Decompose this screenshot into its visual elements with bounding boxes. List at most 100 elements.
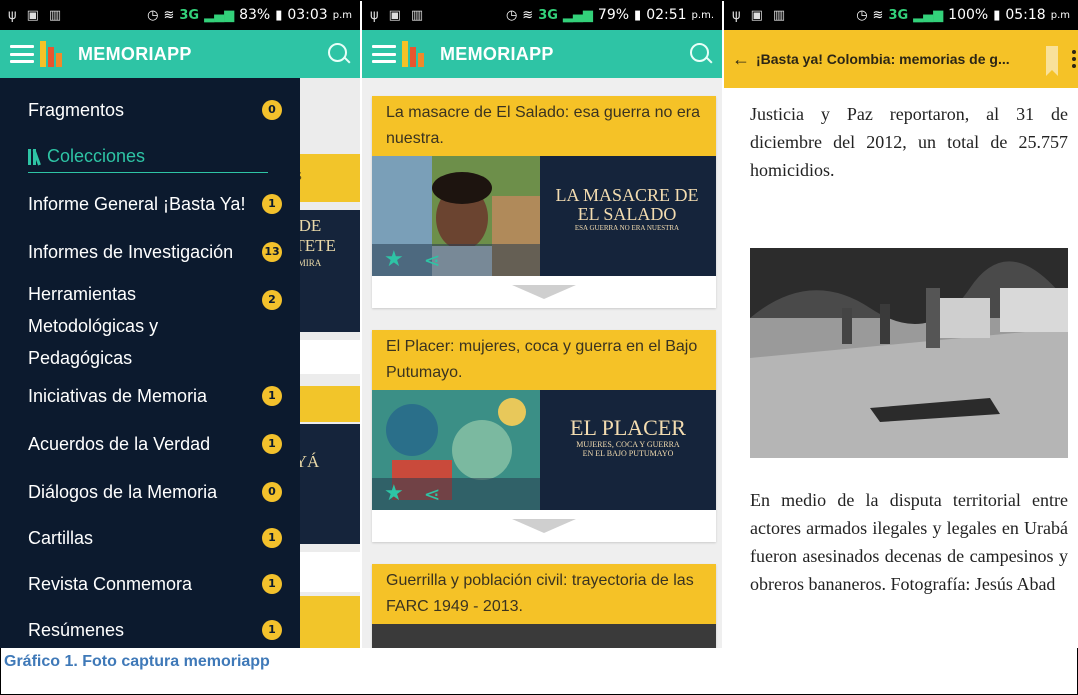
- publication-card[interactable]: Guerrilla y población civil: trayectoria…: [372, 564, 716, 648]
- network-type: 3G: [538, 7, 558, 23]
- drawer-item-acuerdos[interactable]: Acuerdos de la Verdad: [0, 428, 300, 460]
- reader-toolbar: ← ¡Basta ya! Colombia: memorias de g...: [724, 30, 1078, 88]
- share-icon[interactable]: ⋖: [424, 250, 441, 270]
- expand-arrow[interactable]: [372, 276, 716, 308]
- bars-icon: ▥: [772, 7, 786, 23]
- clock: 05:18: [1005, 7, 1046, 23]
- image-icon: ▣: [26, 7, 39, 23]
- menu-icon[interactable]: [372, 45, 396, 63]
- photo-caption-paragraph: En medio de la disputa territorial entre…: [750, 490, 1068, 594]
- clock-ampm: p.m: [332, 9, 352, 21]
- wifi-icon: ≋: [163, 7, 175, 23]
- section-divider: [28, 172, 268, 173]
- count-badge: 0: [262, 482, 282, 502]
- alarm-icon: ◷: [856, 7, 868, 23]
- section-colecciones: Colecciones: [28, 146, 145, 167]
- battery-level: 100%: [948, 7, 989, 23]
- status-bar: ψ ▣ ▥ ◷ ≋ 3G ▂▄▆ 79% ▮ 02:51 p.m.: [362, 0, 722, 30]
- app-bar: MEMORIAPP: [362, 30, 722, 78]
- card-actions: ★ ⋖: [372, 478, 540, 510]
- drawer-item-herramientas[interactable]: Herramientas Metodológicas y Pedagógicas: [0, 278, 240, 374]
- battery-icon: ▮: [634, 7, 642, 23]
- navigation-drawer: Fragmentos 0 Colecciones Informe General…: [0, 78, 300, 648]
- bars-icon: ▥: [48, 7, 62, 23]
- document-title: ¡Basta ya! Colombia: memorias de g...: [756, 51, 1010, 67]
- publication-card[interactable]: La masacre de El Salado: esa guerra no e…: [372, 96, 716, 308]
- app-title: MEMORIAPP: [440, 43, 554, 64]
- card-actions: ★ ⋖: [372, 244, 540, 276]
- back-arrow-icon[interactable]: ←: [732, 49, 750, 70]
- memoriapp-logo: [402, 41, 430, 67]
- chevron-down-icon: [512, 285, 576, 299]
- image-icon: ▣: [388, 7, 401, 23]
- body-paragraph: Justicia y Paz reportaron, al 31 de dici…: [750, 104, 1068, 180]
- drawer-item-fragmentos[interactable]: Fragmentos: [0, 94, 300, 126]
- bookmark-icon[interactable]: [1046, 46, 1058, 76]
- alarm-icon: ◷: [147, 7, 159, 23]
- memoriapp-logo: [40, 41, 68, 67]
- drawer-item-resumenes[interactable]: Resúmenes: [0, 614, 300, 646]
- screenshot-drawer: ψ ▣ ▥ ◷ ≋ 3G ▂▄▆ 83% ▮ 03:03 p.m MEMORIAPP…: [0, 0, 360, 648]
- drawer-item-dialogos[interactable]: Diálogos de la Memoria: [0, 476, 300, 508]
- favorite-star-icon[interactable]: ★: [384, 483, 404, 505]
- favorite-star-icon[interactable]: ★: [384, 249, 404, 271]
- publication-card[interactable]: El Placer: mujeres, coca y guerra en el …: [372, 330, 716, 542]
- count-badge: 13: [262, 242, 282, 262]
- drawer-item-revista[interactable]: Revista Conmemora: [0, 568, 300, 600]
- status-bar: ψ ▣ ▥ ◷ ≋ 3G ▂▄▆ 83% ▮ 03:03 p.m: [0, 0, 360, 30]
- wifi-icon: ≋: [522, 7, 534, 23]
- count-badge: 0: [262, 100, 282, 120]
- count-badge: 1: [262, 434, 282, 454]
- card-title: La masacre de El Salado: esa guerra no e…: [372, 96, 716, 156]
- documentary-photo: [750, 248, 1068, 458]
- signal-icon: ▂▄▆: [562, 7, 593, 23]
- screenshot-reader: ψ ▣ ▥ ◷ ≋ 3G ▂▄▆ 100% ▮ 05:18 p.m ← ¡Basta…: [724, 0, 1078, 648]
- usb-icon: ψ: [370, 7, 379, 23]
- signal-icon: ▂▄▆: [913, 7, 944, 23]
- drawer-item-cartillas[interactable]: Cartillas: [0, 522, 300, 554]
- battery-icon: ▮: [275, 7, 283, 23]
- card-title: El Placer: mujeres, coca y guerra en el …: [372, 330, 716, 390]
- cover-image: EL PLACER MUJERES, COCA Y GUERRA EN EL B…: [372, 390, 716, 510]
- network-type: 3G: [179, 7, 200, 23]
- expand-arrow[interactable]: [372, 510, 716, 542]
- cover-title: EL PLACER MUJERES, COCA Y GUERRA EN EL B…: [570, 415, 686, 459]
- clock: 02:51: [646, 7, 687, 23]
- cover-image: [372, 624, 716, 648]
- bars-icon: ▥: [410, 7, 424, 23]
- screenshot-list: ψ ▣ ▥ ◷ ≋ 3G ▂▄▆ 79% ▮ 02:51 p.m. MEMORIAP…: [362, 0, 722, 648]
- app-bar: MEMORIAPP: [0, 30, 360, 78]
- battery-icon: ▮: [993, 7, 1001, 23]
- status-bar: ψ ▣ ▥ ◷ ≋ 3G ▂▄▆ 100% ▮ 05:18 p.m: [724, 0, 1078, 30]
- alarm-icon: ◷: [505, 7, 518, 23]
- usb-icon: ψ: [8, 7, 17, 23]
- more-vert-icon[interactable]: [1072, 50, 1076, 71]
- battery-level: 79%: [597, 7, 630, 23]
- clock-ampm: p.m.: [691, 9, 714, 21]
- card-title: Guerrilla y población civil: trayectoria…: [372, 564, 716, 624]
- count-badge: 2: [262, 290, 282, 310]
- menu-icon[interactable]: [10, 45, 34, 63]
- library-icon: [28, 148, 41, 166]
- chevron-down-icon: [512, 519, 576, 533]
- figure-caption: Gráfico 1. Foto captura memoriapp: [4, 653, 270, 670]
- signal-icon: ▂▄▆: [204, 7, 235, 23]
- drawer-item-iniciativas[interactable]: Iniciativas de Memoria: [0, 380, 300, 412]
- search-icon[interactable]: [690, 43, 713, 65]
- wifi-icon: ≋: [872, 7, 884, 23]
- count-badge: 1: [262, 386, 282, 406]
- cover-title: LA MASACRE DE EL SALADO ESA GUERRA NO ER…: [555, 185, 699, 232]
- battery-level: 83%: [239, 7, 271, 23]
- usb-icon: ψ: [732, 7, 741, 23]
- cover-image: LA MASACRE DE EL SALADO ESA GUERRA NO ER…: [372, 156, 716, 276]
- share-icon[interactable]: ⋖: [424, 484, 441, 504]
- drawer-item-informe-general[interactable]: Informe General ¡Basta Ya!: [0, 188, 300, 220]
- image-icon: ▣: [750, 7, 763, 23]
- count-badge: 1: [262, 574, 282, 594]
- search-icon[interactable]: [328, 43, 351, 65]
- clock-ampm: p.m: [1050, 9, 1070, 21]
- app-title: MEMORIAPP: [78, 43, 192, 64]
- clock: 03:03: [287, 7, 328, 23]
- drawer-item-informes-investigacion[interactable]: Informes de Investigación: [0, 236, 300, 268]
- count-badge: 1: [262, 620, 282, 640]
